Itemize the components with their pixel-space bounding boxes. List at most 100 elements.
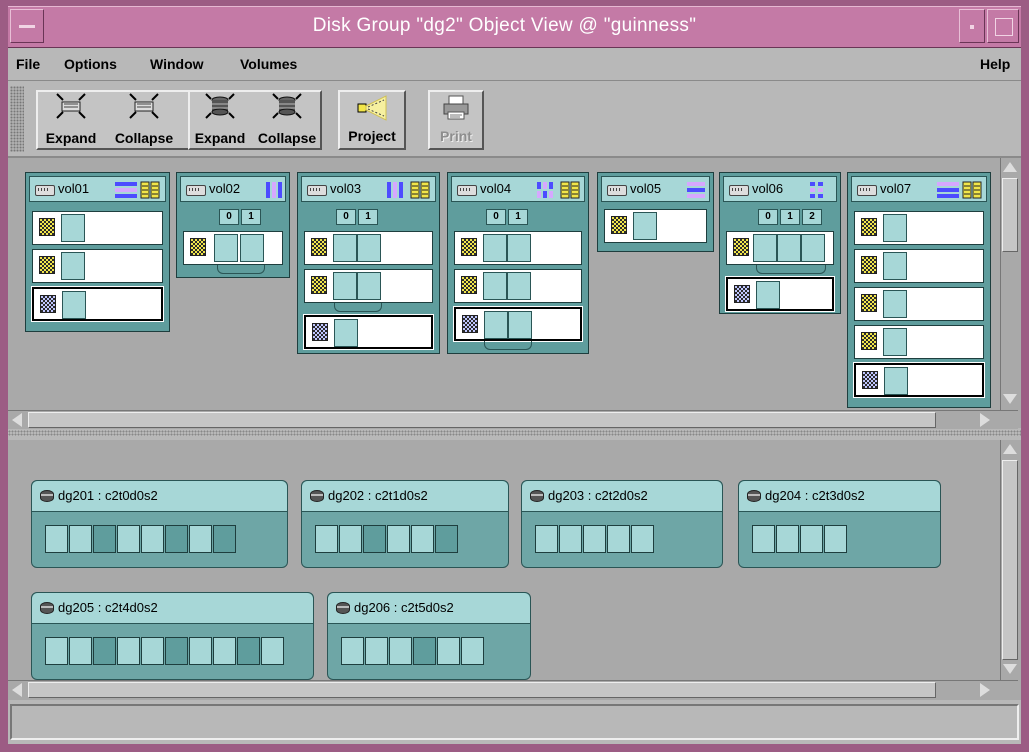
- disk-horizontal-scrollbar[interactable]: [8, 680, 1018, 699]
- subdisk[interactable]: [883, 290, 907, 318]
- subdisk[interactable]: [363, 525, 386, 553]
- subdisk[interactable]: [69, 525, 92, 553]
- plex[interactable]: [854, 211, 984, 245]
- disk-header[interactable]: dg201 : c2t0d0s2: [32, 481, 287, 512]
- log-plex[interactable]: [453, 306, 583, 342]
- subdisk[interactable]: [777, 234, 801, 262]
- subdisk[interactable]: [237, 637, 260, 665]
- subdisk[interactable]: [339, 525, 362, 553]
- scroll-thumb[interactable]: [1002, 178, 1018, 252]
- plex[interactable]: [304, 269, 433, 303]
- disk-block[interactable]: dg206 : c2t5d0s2: [327, 592, 531, 680]
- subdisk[interactable]: [141, 525, 164, 553]
- print-button[interactable]: Print: [428, 90, 484, 150]
- subdisk[interactable]: [93, 525, 116, 553]
- subdisk[interactable]: [214, 234, 238, 262]
- subdisk[interactable]: [607, 525, 630, 553]
- subdisk[interactable]: [559, 525, 582, 553]
- disk-block[interactable]: dg205 : c2t4d0s2: [31, 592, 314, 680]
- log-subdisk[interactable]: [62, 291, 86, 319]
- disk-header[interactable]: dg205 : c2t4d0s2: [32, 593, 313, 624]
- disk-block[interactable]: dg201 : c2t0d0s2: [31, 480, 288, 568]
- subdisk[interactable]: [189, 525, 212, 553]
- log-subdisk[interactable]: [508, 311, 532, 339]
- plex[interactable]: [854, 325, 984, 359]
- menu-options[interactable]: Options: [64, 56, 117, 72]
- plex[interactable]: [726, 231, 834, 265]
- disk-header[interactable]: dg206 : c2t5d0s2: [328, 593, 530, 624]
- scroll-right-icon[interactable]: [980, 413, 990, 427]
- plex[interactable]: [183, 231, 283, 265]
- scroll-left-icon[interactable]: [12, 413, 22, 427]
- scroll-left-icon[interactable]: [12, 683, 22, 697]
- subdisk[interactable]: [165, 525, 188, 553]
- volume-block[interactable]: vol06 0 1 2: [719, 172, 841, 314]
- volume-block[interactable]: vol07: [847, 172, 991, 408]
- log-plex[interactable]: [303, 314, 434, 350]
- subdisk[interactable]: [333, 234, 357, 262]
- plex[interactable]: [454, 231, 582, 265]
- subdisk[interactable]: [507, 234, 531, 262]
- subdisk[interactable]: [437, 637, 460, 665]
- menu-window[interactable]: Window: [150, 56, 204, 72]
- scroll-up-icon[interactable]: [1003, 444, 1017, 454]
- subdisk[interactable]: [69, 637, 92, 665]
- volume-block[interactable]: vol01: [25, 172, 170, 332]
- subdisk[interactable]: [753, 234, 777, 262]
- subdisk[interactable]: [189, 637, 212, 665]
- subdisk[interactable]: [411, 525, 434, 553]
- plex[interactable]: [304, 231, 433, 265]
- scroll-thumb[interactable]: [28, 412, 936, 428]
- subdisk[interactable]: [883, 252, 907, 280]
- plex[interactable]: [32, 211, 163, 245]
- project-button[interactable]: Project: [338, 90, 406, 150]
- scroll-right-icon[interactable]: [980, 683, 990, 697]
- volume-block[interactable]: vol02 0 1: [176, 172, 290, 278]
- subdisk[interactable]: [341, 637, 364, 665]
- minimize-button[interactable]: [959, 9, 985, 43]
- subdisk[interactable]: [165, 637, 188, 665]
- subdisk[interactable]: [824, 525, 847, 553]
- subdisk[interactable]: [752, 525, 775, 553]
- volume-vertical-scrollbar[interactable]: [1000, 158, 1019, 410]
- volume-header[interactable]: vol05: [601, 176, 710, 202]
- disk-header[interactable]: dg203 : c2t2d0s2: [522, 481, 722, 512]
- volume-header[interactable]: vol04: [451, 176, 585, 202]
- plex[interactable]: [604, 209, 707, 243]
- disk-block[interactable]: dg202 : c2t1d0s2: [301, 480, 509, 568]
- subdisk[interactable]: [631, 525, 654, 553]
- subdisk[interactable]: [213, 525, 236, 553]
- subdisk[interactable]: [776, 525, 799, 553]
- scroll-down-icon[interactable]: [1003, 394, 1017, 404]
- subdisk[interactable]: [61, 214, 85, 242]
- volume-header[interactable]: vol07: [851, 176, 987, 202]
- subdisk[interactable]: [413, 637, 436, 665]
- subdisk[interactable]: [483, 234, 507, 262]
- subdisk[interactable]: [61, 252, 85, 280]
- subdisk[interactable]: [507, 272, 531, 300]
- subdisk[interactable]: [117, 525, 140, 553]
- volume-block[interactable]: vol05: [597, 172, 714, 252]
- expand-volumes-button[interactable]: Expand: [38, 90, 104, 150]
- subdisk[interactable]: [261, 637, 284, 665]
- subdisk[interactable]: [45, 637, 68, 665]
- collapse-volumes-button[interactable]: Collapse: [106, 90, 182, 150]
- subdisk[interactable]: [883, 328, 907, 356]
- window-menu-button[interactable]: [10, 9, 44, 43]
- subdisk[interactable]: [535, 525, 558, 553]
- subdisk[interactable]: [435, 525, 458, 553]
- subdisk[interactable]: [213, 637, 236, 665]
- volume-horizontal-scrollbar[interactable]: [8, 410, 1018, 429]
- subdisk[interactable]: [883, 214, 907, 242]
- subdisk[interactable]: [333, 272, 357, 300]
- maximize-button[interactable]: [987, 9, 1019, 43]
- plex[interactable]: [854, 287, 984, 321]
- log-plex[interactable]: [725, 276, 835, 312]
- subdisk[interactable]: [45, 525, 68, 553]
- scroll-down-icon[interactable]: [1003, 664, 1017, 674]
- subdisk[interactable]: [387, 525, 410, 553]
- log-plex[interactable]: [31, 286, 164, 322]
- disk-block[interactable]: dg204 : c2t3d0s2: [738, 480, 941, 568]
- scroll-thumb[interactable]: [28, 682, 936, 698]
- title-bar[interactable]: Disk Group "dg2" Object View @ "guinness…: [8, 6, 1021, 48]
